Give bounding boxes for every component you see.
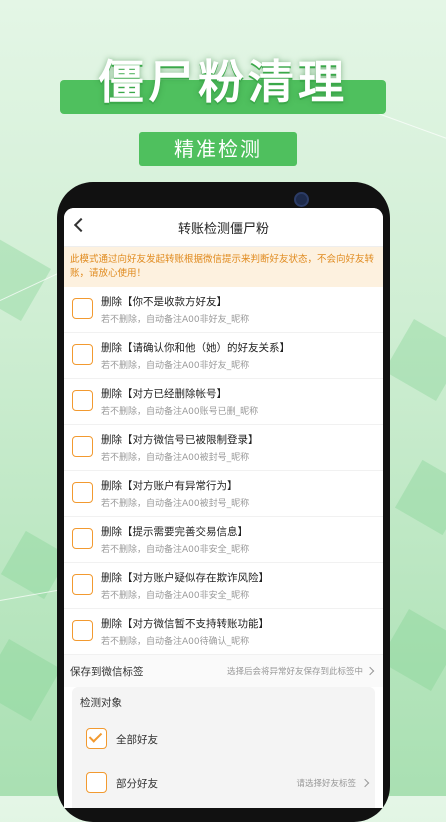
rule-desc: 若不删除，自动备注A00非安全_昵称 xyxy=(101,591,250,601)
background-shape xyxy=(384,319,446,401)
page-title: 转账检测僵尸粉 xyxy=(177,222,269,237)
rule-title: 删除【请确认你和他（她）的好友关系】 xyxy=(101,342,290,354)
notice-banner: 此模式通过向好友发起转账根据微信提示来判断好友状态，不会向好友转账，请放心使用！ xyxy=(64,247,383,287)
rule-title: 删除【对方已经删除帐号】 xyxy=(101,388,227,400)
target-title: 检测对象 xyxy=(80,697,122,709)
list-item[interactable]: 删除【对方已经删除帐号】 若不删除，自动备注A00账号已删_昵称 xyxy=(64,379,383,425)
select-tag-hint[interactable]: 请选择好友标签 xyxy=(296,777,356,789)
rule-desc: 若不删除，自动备注A00账号已删_昵称 xyxy=(101,407,259,417)
background-shape xyxy=(394,459,446,536)
rule-desc: 若不删除，自动备注A00待确认_昵称 xyxy=(101,637,250,647)
all-friends-checkbox[interactable] xyxy=(86,728,107,749)
save-to-tag-row[interactable]: 保存到微信标签 选择后会将异常好友保存到此标签中 xyxy=(64,655,383,687)
save-hint: 选择后会将异常好友保存到此标签中 xyxy=(226,667,363,677)
option-some-friends[interactable]: 部分好友 请选择好友标签 xyxy=(80,767,370,797)
rule-title: 删除【对方微信号已被限制登录】 xyxy=(101,434,259,446)
chevron-right-icon xyxy=(365,666,375,676)
hero-title: 僵尸粉清理 xyxy=(98,55,348,109)
list-item[interactable]: 删除【请确认你和他（她）的好友关系】 若不删除，自动备注A00非好友_昵称 xyxy=(64,333,383,379)
nav-bar: 转账检测僵尸粉 xyxy=(64,208,383,247)
hero-subtitle: 精准检测 xyxy=(139,132,297,166)
all-friends-label: 全部好友 xyxy=(116,734,158,746)
list-item[interactable]: 删除【提示需要完善交易信息】 若不删除，自动备注A00非安全_昵称 xyxy=(64,517,383,563)
rule-checkbox[interactable] xyxy=(72,436,93,457)
rule-checkbox[interactable] xyxy=(72,390,93,411)
some-friends-checkbox[interactable] xyxy=(86,772,107,793)
rule-title: 删除【对方账户有异常行为】 xyxy=(101,480,238,492)
background-shape xyxy=(0,639,61,721)
list-item[interactable]: 删除【对方微信暂不支持转账功能】 若不删除，自动备注A00待确认_昵称 xyxy=(64,609,383,655)
rule-desc: 若不删除，自动备注A00被封号_昵称 xyxy=(101,453,250,463)
chevron-right-icon xyxy=(360,778,370,788)
rule-title: 删除【你不是收款方好友】 xyxy=(101,296,227,308)
rule-checkbox[interactable] xyxy=(72,298,93,319)
list-item[interactable]: 删除【对方账户疑似存在欺诈风险】 若不删除，自动备注A00非安全_昵称 xyxy=(64,563,383,609)
rule-desc: 若不删除，自动备注A00非好友_昵称 xyxy=(101,361,250,371)
rule-list: 删除【你不是收款方好友】 若不删除，自动备注A00非好友_昵称 删除【请确认你和… xyxy=(64,287,383,655)
list-item[interactable]: 删除【对方微信号已被限制登录】 若不删除，自动备注A00被封号_昵称 xyxy=(64,425,383,471)
list-item[interactable]: 删除【你不是收款方好友】 若不删除，自动备注A00非好友_昵称 xyxy=(64,287,383,333)
rule-checkbox[interactable] xyxy=(72,482,93,503)
some-friends-label: 部分好友 xyxy=(116,778,158,790)
rule-title: 删除【对方微信暂不支持转账功能】 xyxy=(101,618,269,630)
rule-title: 删除【提示需要完善交易信息】 xyxy=(101,526,248,538)
rule-desc: 若不删除，自动备注A00非好友_昵称 xyxy=(101,315,250,325)
rule-checkbox[interactable] xyxy=(72,528,93,549)
rule-title: 删除【对方账户疑似存在欺诈风险】 xyxy=(101,572,269,584)
rule-checkbox[interactable] xyxy=(72,620,93,641)
option-all-friends[interactable]: 全部好友 xyxy=(80,723,370,753)
rule-checkbox[interactable] xyxy=(72,344,93,365)
rule-desc: 若不删除，自动备注A00被封号_昵称 xyxy=(101,499,250,509)
app-screen: 转账检测僵尸粉 此模式通过向好友发起转账根据微信提示来判断好友状态，不会向好友转… xyxy=(64,208,383,808)
check-icon xyxy=(88,729,103,743)
rule-checkbox[interactable] xyxy=(72,574,93,595)
list-item[interactable]: 删除【对方账户有异常行为】 若不删除，自动备注A00被封号_昵称 xyxy=(64,471,383,517)
save-label: 保存到微信标签 xyxy=(70,666,144,678)
target-card: 检测对象 全部好友 部分好友 请选择好友标签 xyxy=(72,687,375,808)
rule-desc: 若不删除，自动备注A00非安全_昵称 xyxy=(101,545,250,555)
camera-icon xyxy=(294,192,309,207)
